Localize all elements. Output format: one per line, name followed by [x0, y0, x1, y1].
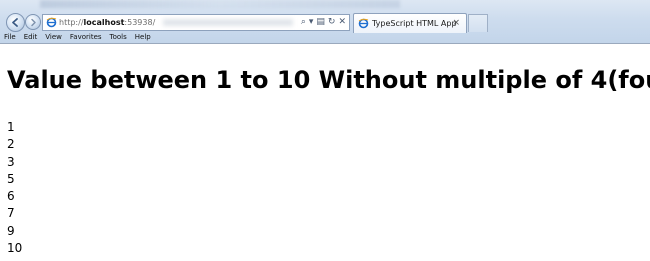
number-item: 7	[7, 206, 15, 221]
tab-typescript-html-app[interactable]: TypeScript HTML App ×	[353, 13, 467, 33]
number-item: 9	[7, 223, 15, 238]
page-heading: Value between 1 to 10 Without multiple o…	[7, 66, 650, 94]
url-scheme: http://	[59, 18, 84, 27]
browser-toolbar: http://localhost:53938/ ⌕ ▾ ▤ ↻ ✕ TypeSc…	[0, 0, 650, 44]
menu-view[interactable]: View	[41, 32, 66, 43]
window-title-bar	[40, 0, 400, 8]
menu-help[interactable]: Help	[131, 32, 155, 43]
menu-tools[interactable]: Tools	[106, 32, 131, 43]
address-url[interactable]: http://localhost:53938/	[59, 17, 155, 28]
back-button[interactable]	[6, 13, 25, 32]
address-bar[interactable]: http://localhost:53938/ ⌕ ▾ ▤ ↻ ✕	[42, 14, 350, 31]
number-item: 3	[7, 154, 15, 169]
menu-favorites[interactable]: Favorites	[66, 32, 106, 43]
dropdown-icon[interactable]: ▾	[309, 16, 314, 29]
refresh-icon[interactable]: ↻	[328, 16, 336, 29]
address-blurred-region	[163, 19, 293, 26]
tab-close-icon[interactable]: ×	[452, 17, 460, 29]
tab-title: TypeScript HTML App	[372, 19, 457, 28]
stop-icon[interactable]: ✕	[338, 16, 346, 29]
url-path: :53938/	[124, 18, 156, 27]
ie-tab-icon	[358, 18, 369, 29]
address-bar-icons: ⌕ ▾ ▤ ↻ ✕	[301, 16, 346, 29]
page-content: Value between 1 to 10 Without multiple o…	[0, 44, 650, 261]
new-tab-button[interactable]	[468, 14, 488, 32]
compatibility-view-icon[interactable]: ▤	[316, 16, 325, 29]
number-item: 5	[7, 171, 15, 186]
url-host: localhost	[83, 18, 125, 27]
browser-window: http://localhost:53938/ ⌕ ▾ ▤ ↻ ✕ TypeSc…	[0, 0, 650, 261]
number-item: 1	[7, 120, 15, 134]
number-item: 6	[7, 189, 15, 204]
forward-button[interactable]	[25, 14, 41, 30]
menu-bar: File Edit View Favorites Tools Help	[0, 32, 650, 43]
ie-page-icon	[46, 17, 57, 28]
number-item: 10	[7, 241, 23, 256]
menu-file[interactable]: File	[0, 32, 20, 43]
number-item: 2	[7, 137, 15, 152]
menu-edit[interactable]: Edit	[20, 32, 42, 43]
number-list: 1 2 3 5 6 7 9 10	[7, 119, 22, 257]
forward-arrow-icon	[30, 18, 36, 26]
back-arrow-icon	[12, 18, 18, 27]
search-icon[interactable]: ⌕	[301, 16, 306, 29]
